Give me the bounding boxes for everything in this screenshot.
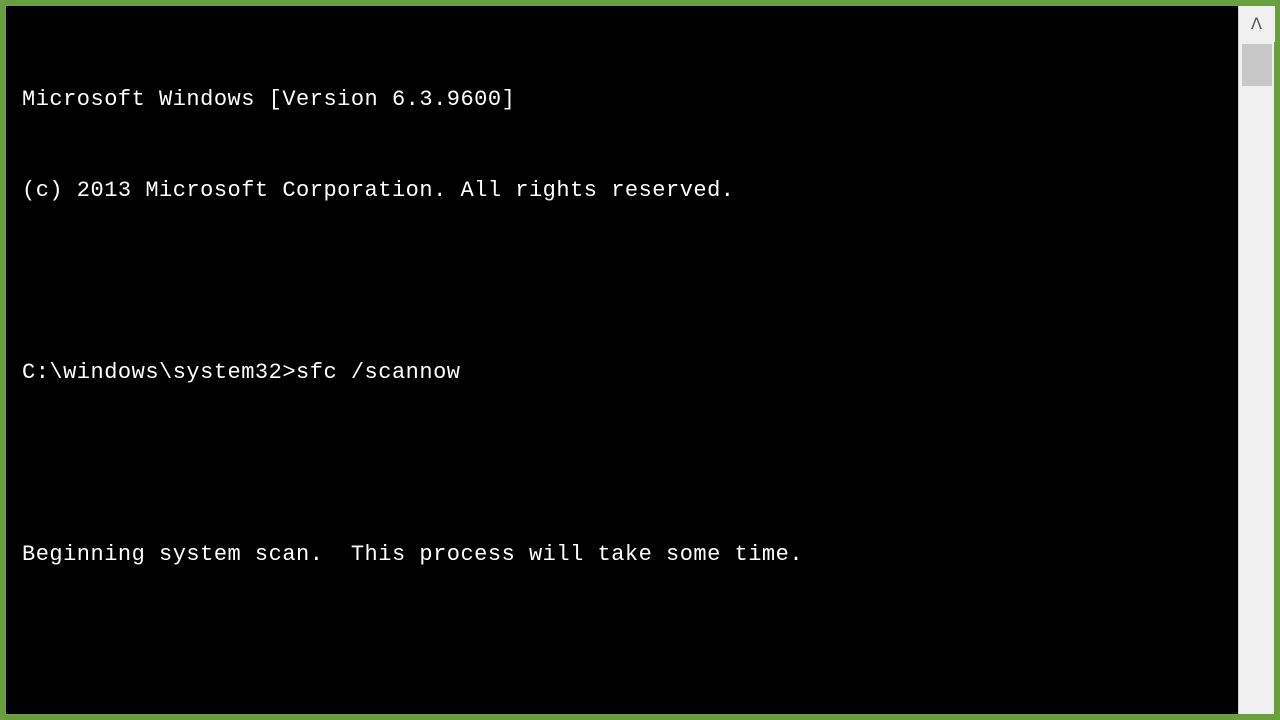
terminal-line: (c) 2013 Microsoft Corporation. All righ… (22, 176, 1222, 206)
terminal-output[interactable]: Microsoft Windows [Version 6.3.9600] (c)… (6, 6, 1238, 714)
terminal-blank (22, 449, 1222, 479)
vertical-scrollbar[interactable]: ᐱ (1238, 6, 1274, 714)
terminal-line: Microsoft Windows [Version 6.3.9600] (22, 85, 1222, 115)
chevron-up-icon: ᐱ (1251, 14, 1262, 34)
scroll-up-button[interactable]: ᐱ (1239, 6, 1275, 42)
terminal-blank (22, 267, 1222, 297)
terminal-line: Beginning system scan. This process will… (22, 540, 1222, 570)
command-prompt-window: Microsoft Windows [Version 6.3.9600] (c)… (6, 6, 1274, 714)
terminal-line: C:\windows\system32>sfc /scannow (22, 358, 1222, 388)
scroll-thumb[interactable] (1242, 44, 1272, 86)
terminal-blank (22, 631, 1222, 661)
